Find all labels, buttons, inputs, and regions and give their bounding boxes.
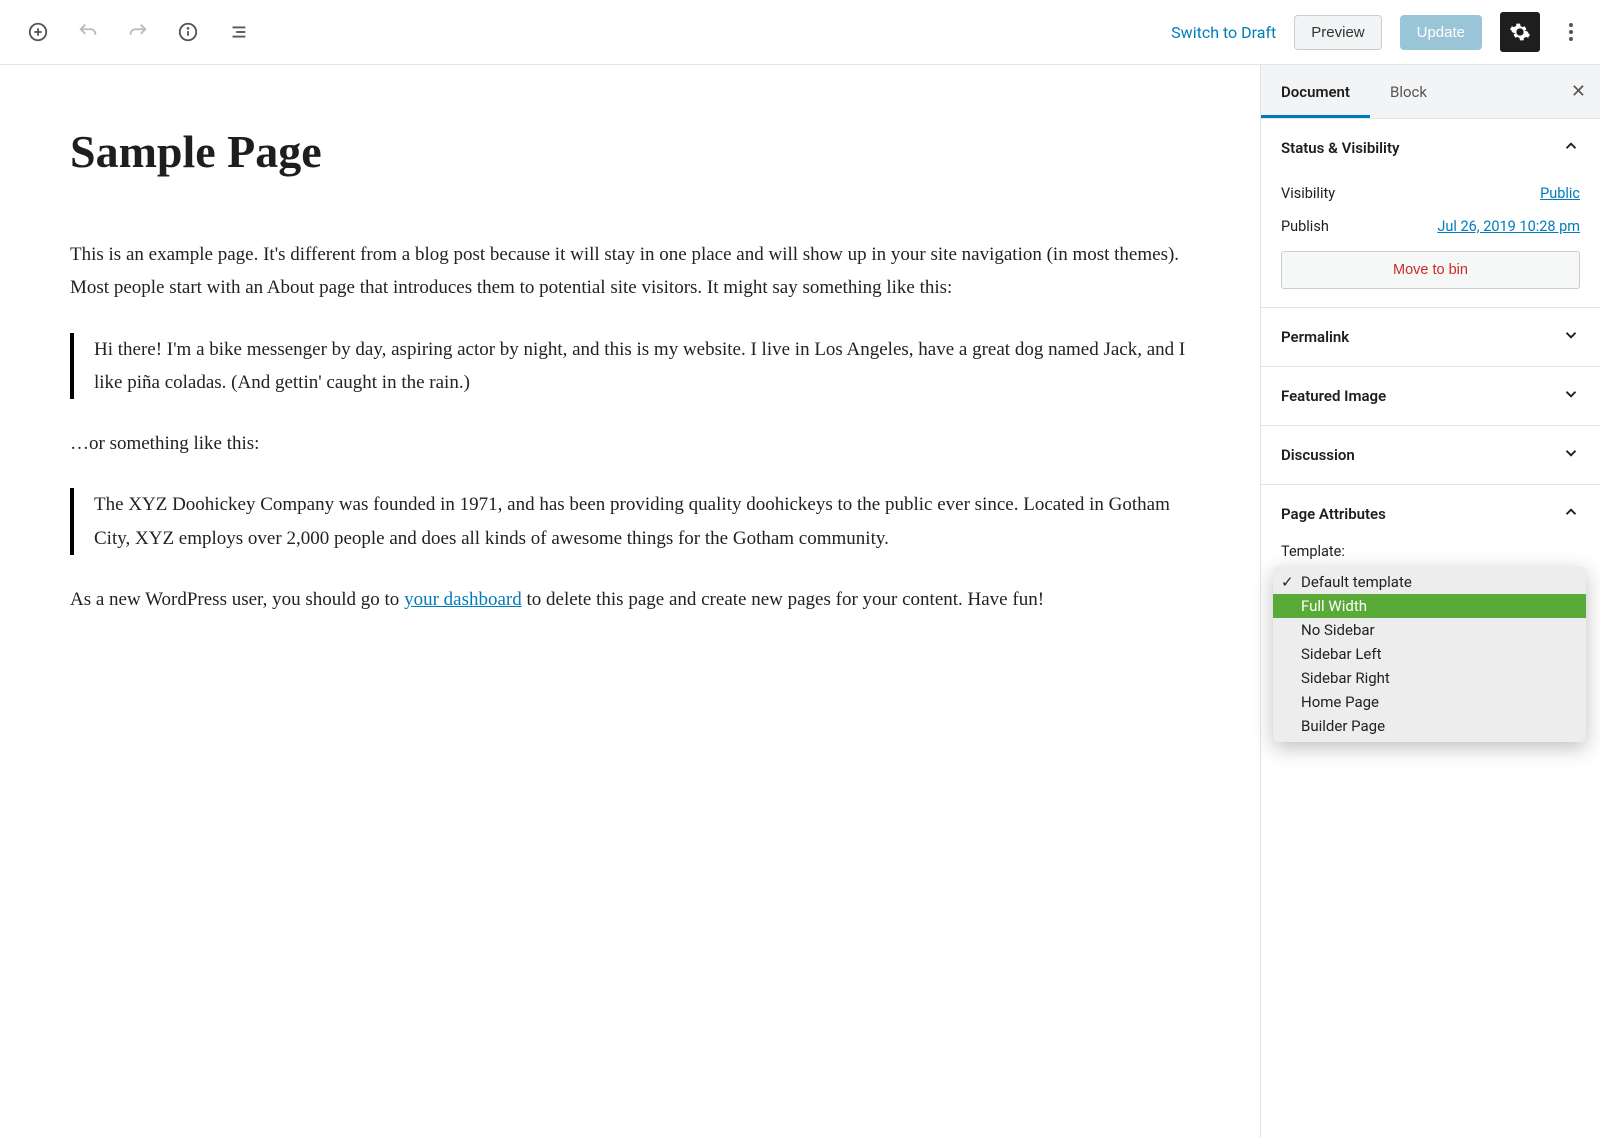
panel-title: Permalink [1281,328,1349,346]
panel-header-discussion[interactable]: Discussion [1261,426,1600,484]
template-option[interactable]: Full Width [1273,594,1586,618]
panel-body-status: Visibility Public Publish Jul 26, 2019 1… [1261,177,1600,307]
quote-text: The XYZ Doohickey Company was founded in… [94,488,1190,555]
template-option[interactable]: Builder Page [1273,714,1586,738]
panel-header-page-attributes[interactable]: Page Attributes [1261,485,1600,543]
template-dropdown-list: Default templateFull WidthNo SidebarSide… [1273,566,1586,742]
update-button: Update [1400,15,1482,50]
editor-canvas[interactable]: Sample Page This is an example page. It'… [0,65,1260,1138]
text-span: As a new WordPress user, you should go t… [70,589,404,610]
tab-block[interactable]: Block [1370,65,1447,118]
panel-title: Featured Image [1281,387,1386,405]
chevron-down-icon [1562,385,1580,407]
paragraph-block[interactable]: This is an example page. It's different … [70,238,1190,305]
toolbar-right: Switch to Draft Preview Update [1171,12,1590,52]
paragraph-block[interactable]: As a new WordPress user, you should go t… [70,583,1190,616]
panel-status-visibility: Status & Visibility Visibility Public Pu… [1261,119,1600,308]
row-label: Visibility [1281,185,1335,202]
quote-block[interactable]: Hi there! I'm a bike messenger by day, a… [70,333,1190,400]
template-option[interactable]: Default template [1273,570,1586,594]
template-option[interactable]: Sidebar Right [1273,666,1586,690]
add-block-button[interactable] [20,14,56,50]
panel-featured-image: Featured Image [1261,367,1600,426]
sidebar-tabs: Document Block ✕ [1261,65,1600,119]
panel-page-attributes: Page Attributes Template: Default templa… [1261,485,1600,614]
publish-value[interactable]: Jul 26, 2019 10:28 pm [1437,218,1580,235]
text-span: to delete this page and create new pages… [522,589,1044,610]
panel-title: Status & Visibility [1281,139,1399,157]
template-option[interactable]: No Sidebar [1273,618,1586,642]
template-label: Template: [1281,543,1580,560]
main-area: Sample Page This is an example page. It'… [0,65,1600,1138]
close-sidebar-button[interactable]: ✕ [1571,81,1586,102]
panel-header-featured[interactable]: Featured Image [1261,367,1600,425]
dashboard-link[interactable]: your dashboard [404,589,522,610]
panel-discussion: Discussion [1261,426,1600,485]
more-options-button[interactable] [1558,14,1584,50]
panel-permalink: Permalink [1261,308,1600,367]
chevron-up-icon [1562,503,1580,525]
paragraph-block[interactable]: …or something like this: [70,427,1190,460]
block-navigation-button[interactable] [220,14,256,50]
chevron-down-icon [1562,444,1580,466]
panel-title: Page Attributes [1281,505,1386,523]
panel-header-permalink[interactable]: Permalink [1261,308,1600,366]
quote-text: Hi there! I'm a bike messenger by day, a… [94,333,1190,400]
content-info-button[interactable] [170,14,206,50]
redo-button[interactable] [120,14,156,50]
template-option[interactable]: Sidebar Left [1273,642,1586,666]
chevron-down-icon [1562,326,1580,348]
template-select-wrap: Default templateFull WidthNo SidebarSide… [1281,566,1580,596]
template-option[interactable]: Home Page [1273,690,1586,714]
undo-button[interactable] [70,14,106,50]
panel-header-status[interactable]: Status & Visibility [1261,119,1600,177]
publish-row: Publish Jul 26, 2019 10:28 pm [1281,210,1580,243]
preview-button[interactable]: Preview [1294,15,1381,50]
visibility-row: Visibility Public [1281,177,1580,210]
quote-block[interactable]: The XYZ Doohickey Company was founded in… [70,488,1190,555]
panel-body-page-attributes: Template: Default templateFull WidthNo S… [1261,543,1600,614]
settings-toggle-button[interactable] [1500,12,1540,52]
page-title[interactable]: Sample Page [70,125,1190,178]
top-toolbar: Switch to Draft Preview Update [0,0,1600,65]
switch-to-draft-button[interactable]: Switch to Draft [1171,23,1276,42]
visibility-value[interactable]: Public [1540,185,1580,202]
settings-sidebar: Document Block ✕ Status & Visibility Vis… [1260,65,1600,1138]
row-label: Publish [1281,218,1329,235]
panel-title: Discussion [1281,446,1355,464]
toolbar-left [10,14,256,50]
tab-document[interactable]: Document [1261,65,1370,118]
chevron-up-icon [1562,137,1580,159]
move-to-bin-button[interactable]: Move to bin [1281,251,1580,289]
